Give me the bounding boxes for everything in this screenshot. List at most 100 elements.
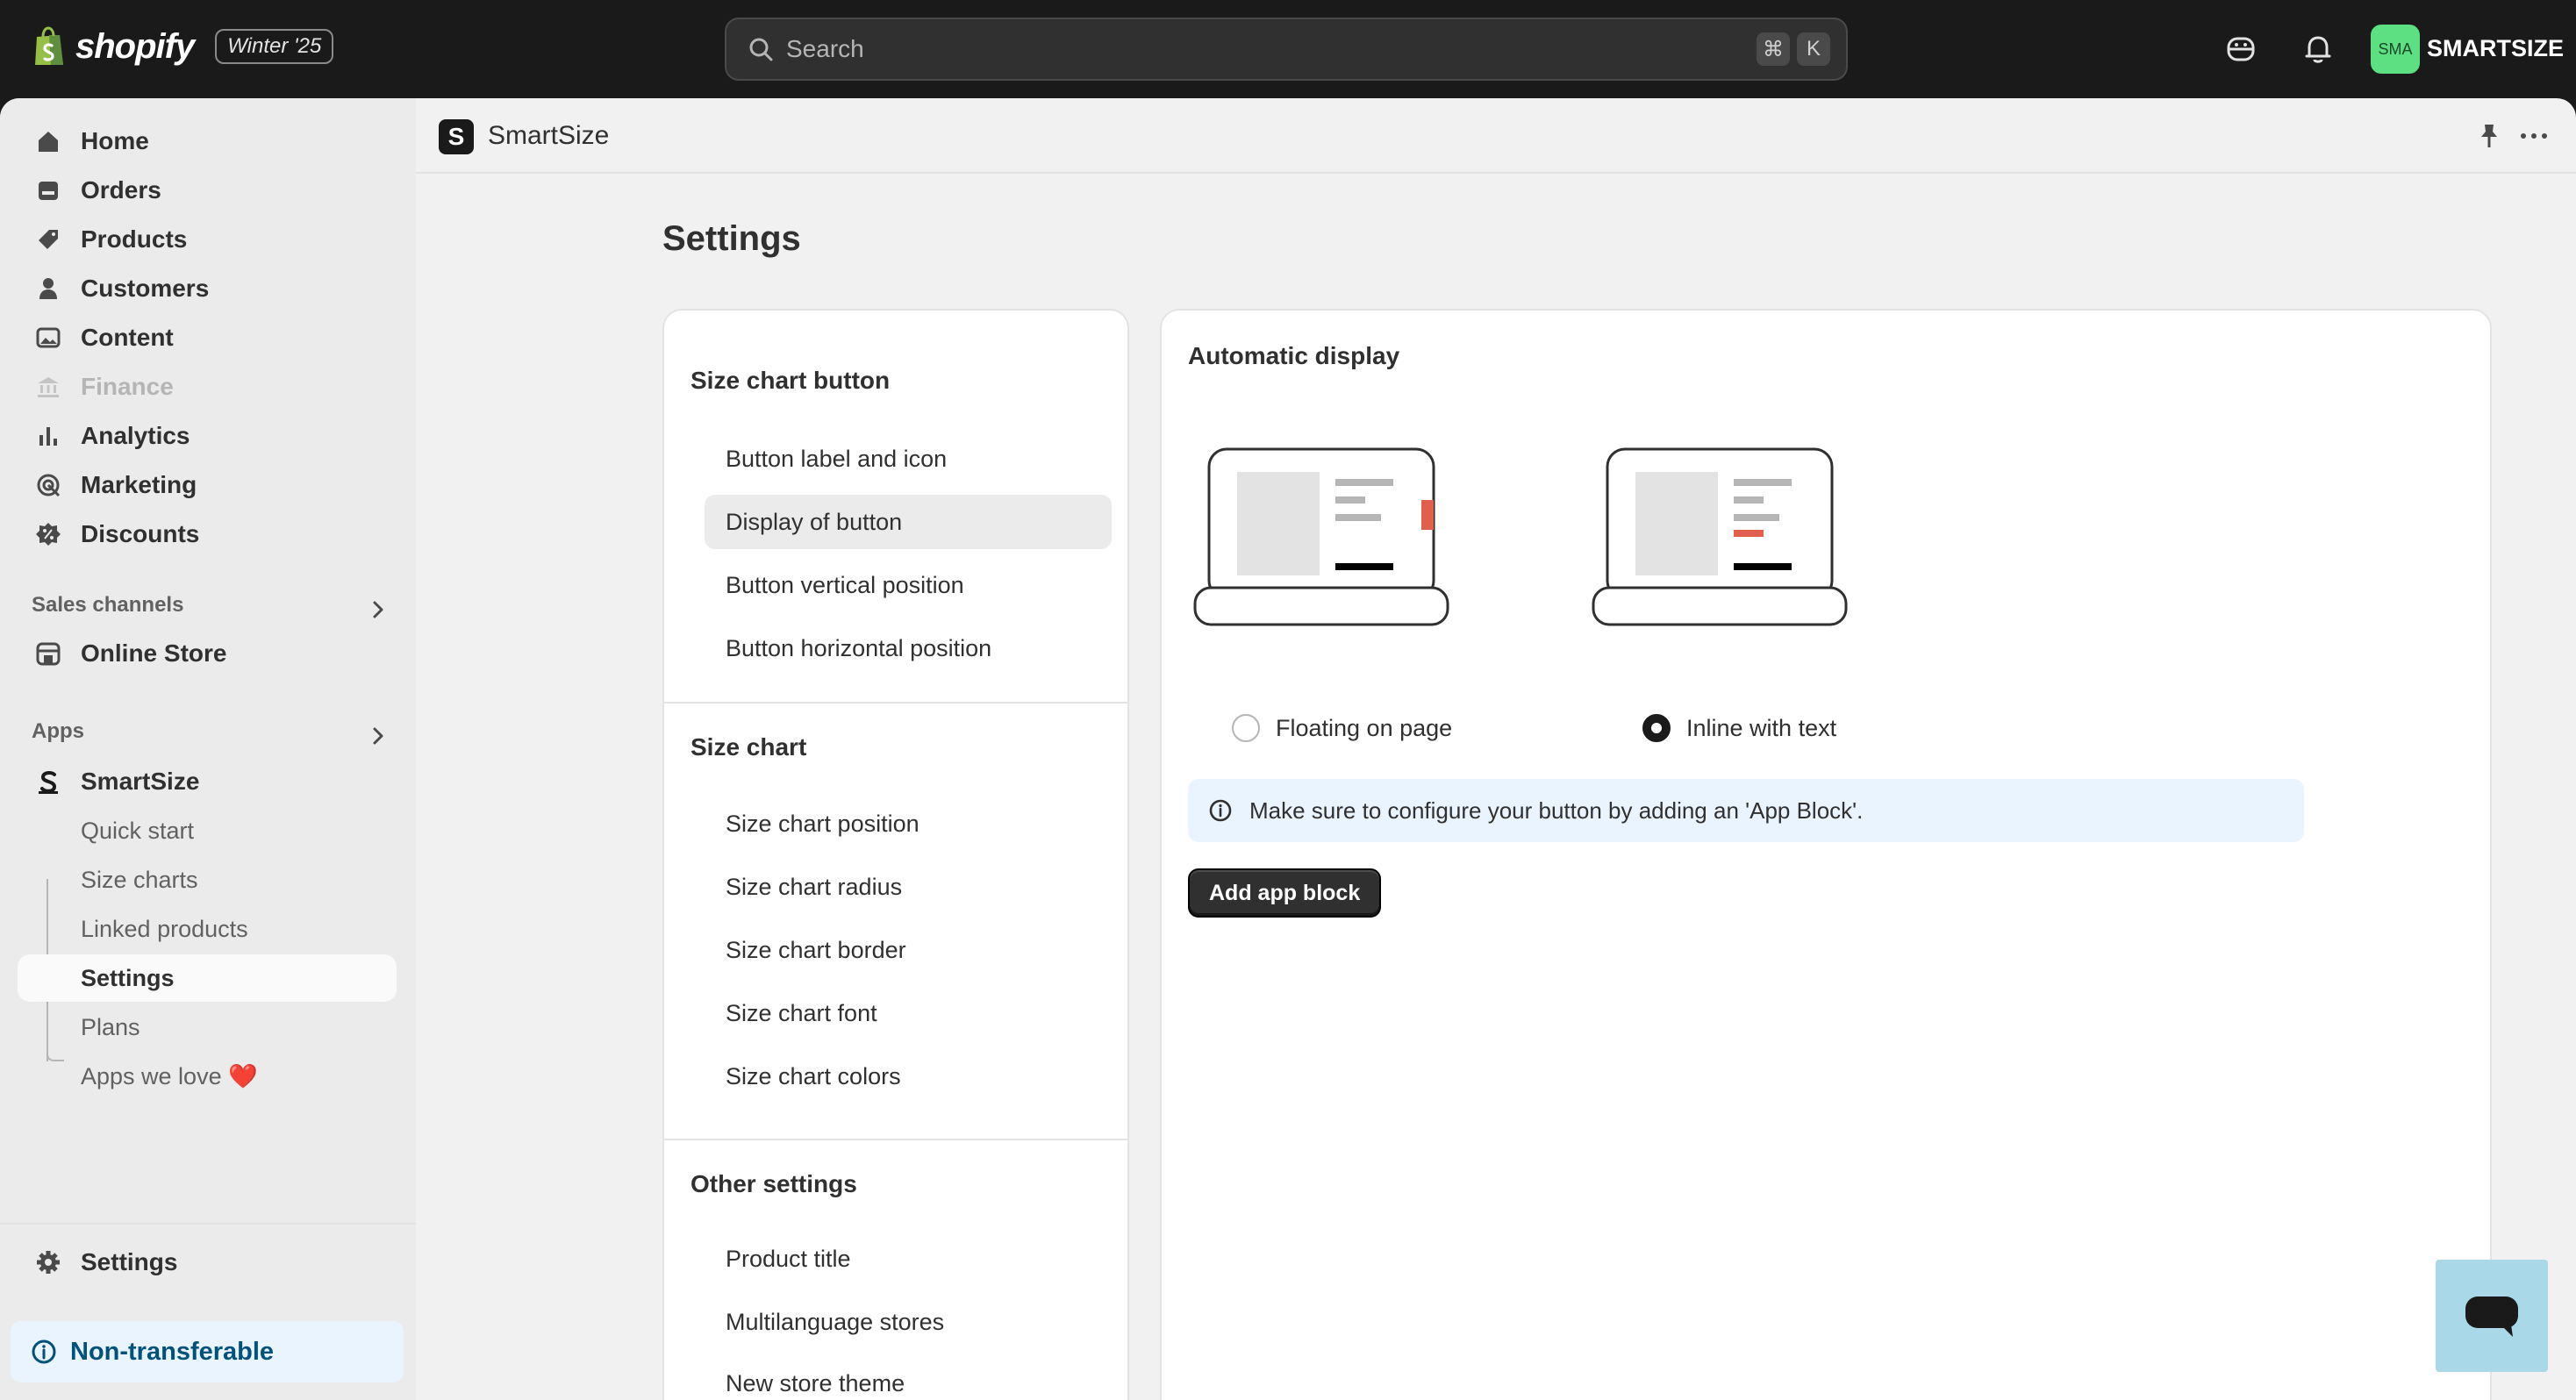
sidebar-item-online-store[interactable]: Online Store xyxy=(18,630,397,677)
command-key-hint: ⌘ xyxy=(1757,32,1790,66)
page-title: Settings xyxy=(662,219,801,258)
store-name[interactable]: SMARTSIZE xyxy=(2427,35,2564,62)
store-icon xyxy=(36,642,61,666)
sidebar-item-products[interactable]: Products xyxy=(18,216,397,263)
settings-nav-item[interactable]: Size chart font xyxy=(705,986,1112,1040)
home-icon xyxy=(39,132,58,152)
chat-icon xyxy=(2465,1296,2518,1337)
orders-icon xyxy=(39,182,58,200)
inline-layout-illustration[interactable] xyxy=(1592,444,1855,637)
app-logo: S xyxy=(439,119,474,154)
settings-nav-item[interactable]: Size chart border xyxy=(705,923,1112,977)
discount-icon xyxy=(36,523,61,546)
search-bar[interactable]: ⌘ K xyxy=(725,18,1848,81)
info-icon xyxy=(1209,799,1232,822)
shopify-bag-icon xyxy=(35,26,63,65)
app-title: SmartSize xyxy=(488,121,610,150)
settings-nav-divider xyxy=(664,702,1127,704)
sidebar-item-label: Home xyxy=(81,127,149,154)
top-bar: shopify Winter '25 ⌘ K SMA SMARTSIZE xyxy=(0,0,2576,98)
sidebar-item-customers[interactable]: Customers xyxy=(18,265,397,312)
settings-nav-item[interactable]: Size chart radius xyxy=(705,860,1112,914)
bank-icon xyxy=(38,377,59,397)
settings-group-heading: Other settings xyxy=(691,1170,857,1197)
sidebar-item-orders[interactable]: Orders xyxy=(18,167,397,214)
version-badge: Winter '25 xyxy=(215,29,334,64)
settings-group-heading: Size chart xyxy=(691,733,807,761)
sidebar-item-label: Marketing xyxy=(81,471,197,498)
settings-nav-divider xyxy=(664,1139,1127,1140)
search-icon xyxy=(749,38,773,61)
inline-option[interactable]: Inline with text xyxy=(1642,714,1836,742)
sidebar-item-label: Orders xyxy=(81,176,161,204)
settings-nav-item[interactable]: New store theme xyxy=(705,1356,1112,1400)
settings-nav-item[interactable]: Size chart colors xyxy=(705,1049,1112,1104)
inline-label: Inline with text xyxy=(1686,714,1837,741)
sidebar-item-linked-products[interactable]: Linked products xyxy=(18,905,397,953)
display-settings-card: Automatic display Floating on page Inlin… xyxy=(1160,309,2492,1400)
sales-channels-heading[interactable]: Sales channels xyxy=(32,593,183,618)
settings-group-heading: Size chart button xyxy=(691,367,891,394)
sidebar-item-content[interactable]: Content xyxy=(18,314,397,361)
chevron-right-icon[interactable] xyxy=(369,726,388,746)
admin-frame: Home Orders Products Customers Content F… xyxy=(0,98,2576,1400)
settings-nav-item[interactable]: Multilanguage stores xyxy=(705,1295,1112,1349)
apps-heading[interactable]: Apps xyxy=(32,719,84,744)
bell-icon[interactable] xyxy=(2301,32,2336,67)
search-input[interactable] xyxy=(786,35,1757,63)
settings-nav-item[interactable]: Button vertical position xyxy=(705,558,1112,612)
sidebar-item-finance[interactable]: Finance xyxy=(18,363,397,411)
sidebar-item-smartsize[interactable]: SmartSize xyxy=(18,758,397,805)
k-key-hint: K xyxy=(1797,32,1830,66)
section-heading: Automatic display xyxy=(1188,342,1400,369)
more-actions-icon[interactable] xyxy=(2516,121,2551,151)
floating-radio[interactable] xyxy=(1232,714,1260,742)
sidebar-item-label: Products xyxy=(81,225,188,253)
settings-nav-item[interactable]: Size chart position xyxy=(705,796,1112,851)
sidebar-item-label: Settings xyxy=(81,1248,178,1275)
sidebar-item-label: Online Store xyxy=(81,639,227,667)
smartsize-app-icon xyxy=(39,771,58,794)
sidebar-divider xyxy=(0,1223,416,1225)
gear-icon xyxy=(37,1251,60,1274)
sidebar-item-label: Analytics xyxy=(81,422,190,449)
info-icon xyxy=(32,1339,56,1364)
sidebar-item-discounts[interactable]: Discounts xyxy=(18,511,397,558)
pin-icon[interactable] xyxy=(2474,121,2504,151)
sidebar-item-apps-we-love[interactable]: Apps we love ❤️ xyxy=(18,1053,397,1100)
settings-nav-item-active[interactable]: Display of button xyxy=(705,495,1112,549)
main-content: S SmartSize Settings Size chart button B… xyxy=(416,98,2576,1400)
settings-nav-item[interactable]: Button label and icon xyxy=(705,432,1112,486)
sidebar-item-quick-start[interactable]: Quick start xyxy=(18,807,397,854)
settings-nav-item[interactable]: Product title xyxy=(705,1232,1112,1286)
sidebar-item-marketing[interactable]: Marketing xyxy=(18,461,397,509)
sidebar-item-label: SmartSize xyxy=(81,768,200,795)
avatar[interactable]: SMA xyxy=(2371,25,2420,74)
sidebar-item-analytics[interactable]: Analytics xyxy=(18,412,397,460)
inline-radio[interactable] xyxy=(1642,714,1671,742)
bar-chart-icon xyxy=(39,427,57,446)
non-transferable-notice[interactable]: Non-transferable xyxy=(11,1321,404,1382)
sidebar-item-settings-active[interactable]: Settings xyxy=(18,954,397,1002)
sidebar-item-home[interactable]: Home xyxy=(18,118,397,165)
floating-label: Floating on page xyxy=(1276,714,1453,741)
sidekick-icon[interactable] xyxy=(2223,32,2258,67)
floating-option[interactable]: Floating on page xyxy=(1232,714,1452,742)
sidebar-item-label: Customers xyxy=(81,275,210,302)
settings-nav-card: Size chart button Button label and icon … xyxy=(662,309,1129,1400)
info-banner: Make sure to configure your button by ad… xyxy=(1188,779,2304,842)
sidebar-item-size-charts[interactable]: Size charts xyxy=(18,856,397,904)
add-app-block-button[interactable]: Add app block xyxy=(1188,868,1382,918)
shopify-wordmark: shopify xyxy=(75,26,195,66)
chat-launcher[interactable] xyxy=(2436,1260,2548,1372)
shopify-logo[interactable]: shopify Winter '25 xyxy=(32,26,334,67)
sidebar-item-settings[interactable]: Settings xyxy=(18,1239,397,1286)
target-icon xyxy=(37,474,61,497)
settings-nav-item[interactable]: Button horizontal position xyxy=(705,621,1112,675)
chevron-right-icon[interactable] xyxy=(369,600,388,619)
image-icon xyxy=(36,327,61,348)
sidebar-item-plans[interactable]: Plans xyxy=(18,1004,397,1051)
sidebar: Home Orders Products Customers Content F… xyxy=(0,98,416,1400)
notice-label: Non-transferable xyxy=(70,1337,275,1366)
floating-layout-illustration[interactable] xyxy=(1193,444,1456,637)
